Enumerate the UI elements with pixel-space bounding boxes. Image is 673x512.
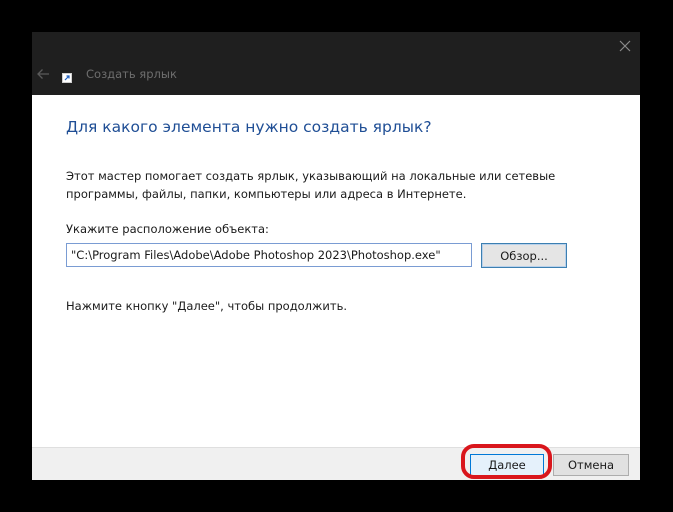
page-title: Для какого элемента нужно создать ярлык?: [66, 118, 432, 136]
cancel-button[interactable]: Отмена: [553, 454, 629, 476]
close-button[interactable]: [610, 32, 640, 60]
wizard-description: Этот мастер помогает создать ярлык, указ…: [66, 169, 556, 201]
shortcut-icon: [62, 73, 72, 83]
back-button[interactable]: [34, 65, 52, 83]
location-input[interactable]: [66, 243, 472, 267]
dialog-footer: Далее Отмена: [32, 447, 640, 480]
window-title: Создать ярлык: [86, 67, 177, 81]
close-icon: [619, 40, 631, 52]
arrow-left-icon: [37, 69, 49, 79]
browse-button[interactable]: Обзор...: [481, 243, 567, 268]
create-shortcut-dialog: Создать ярлык Для какого элемента нужно …: [32, 32, 640, 480]
continue-hint: Нажмите кнопку "Далее", чтобы продолжить…: [66, 299, 347, 313]
next-button[interactable]: Далее: [470, 454, 544, 476]
wizard-content: Для какого элемента нужно создать ярлык?…: [32, 95, 640, 447]
title-bar: Создать ярлык: [32, 32, 640, 95]
location-label: Укажите расположение объекта:: [66, 222, 269, 236]
